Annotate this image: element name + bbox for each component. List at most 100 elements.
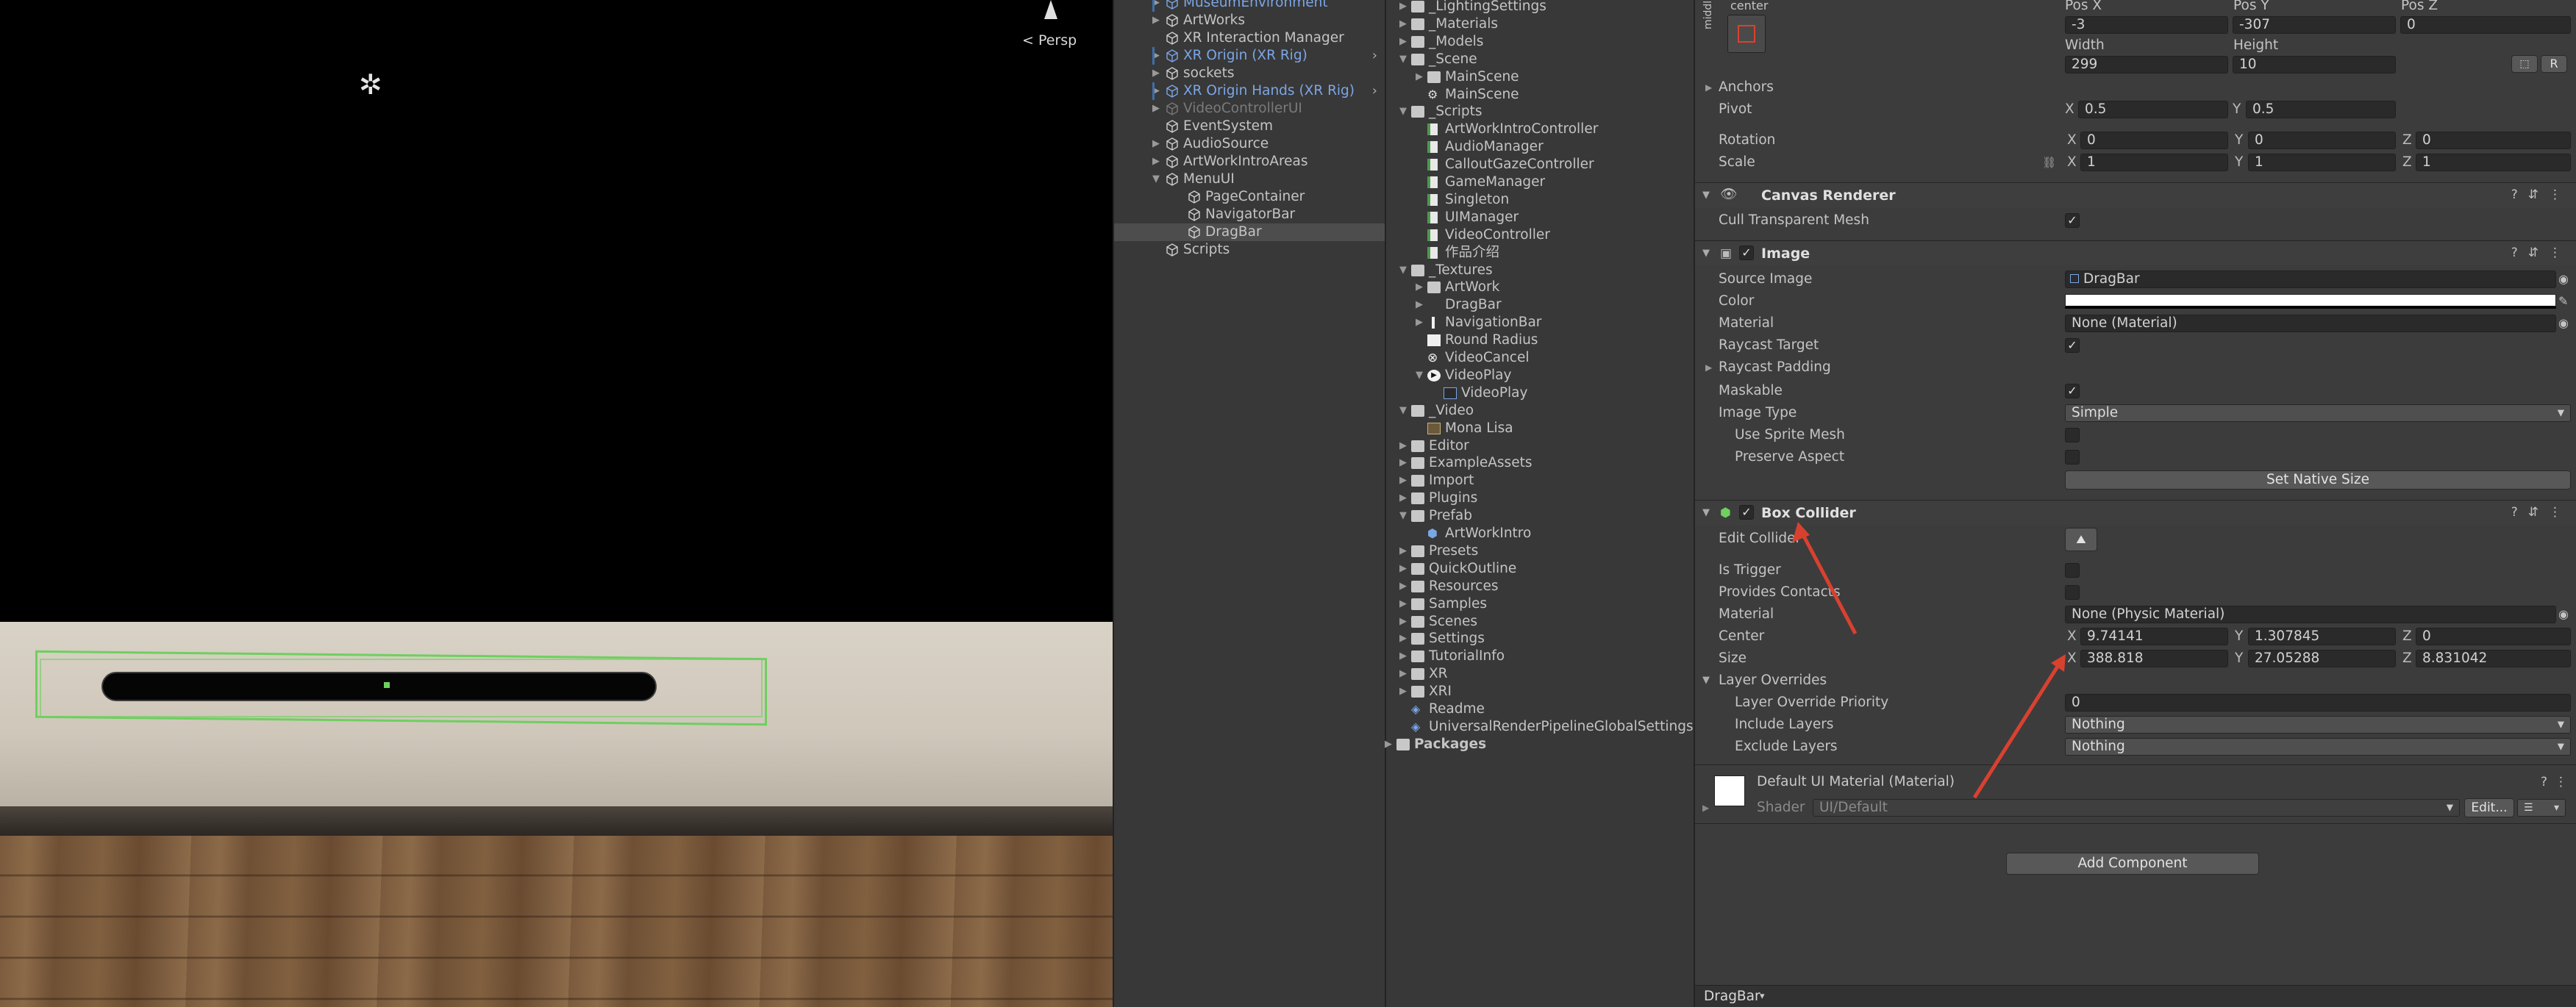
component-menu-icons[interactable]: ?⇵⋮ (2511, 505, 2572, 520)
footer-object-label[interactable]: DragBar (1704, 988, 1760, 1006)
expand-arrow-icon[interactable]: ▶ (1152, 65, 1161, 82)
expand-arrow-icon[interactable]: ▶ (1416, 68, 1424, 86)
project-item[interactable]: VideoPlay (1386, 384, 1695, 402)
expand-arrow-icon[interactable]: ▶ (1399, 542, 1408, 560)
preserve-aspect-checkbox[interactable] (2065, 450, 2080, 465)
chevron-right-icon[interactable]: › (1372, 47, 1377, 65)
hierarchy-item[interactable]: ▶ XR Origin Hands (XR Rig) › (1114, 82, 1386, 100)
expand-arrow-icon[interactable]: ▶ (1416, 279, 1424, 296)
foldout-arrow-icon[interactable]: ▼ (1702, 245, 1710, 262)
project-item[interactable]: ▼ _Scene (1386, 51, 1695, 68)
expand-arrow-icon[interactable]: ▶ (1399, 33, 1408, 51)
expand-arrow-icon[interactable]: ▼ (1399, 103, 1408, 121)
project-item[interactable]: ▶ Plugins (1386, 490, 1695, 507)
expand-arrow-icon[interactable]: ▶ (1399, 490, 1408, 507)
source-image-field[interactable]: DragBar (2065, 270, 2556, 288)
color-swatch[interactable] (2065, 294, 2556, 309)
expand-arrow-icon[interactable]: ▶ (1399, 560, 1408, 578)
expand-arrow-icon[interactable]: ▶ (1399, 648, 1408, 665)
raycast-target-checkbox[interactable]: ✓ (2065, 338, 2080, 353)
expand-arrow-icon[interactable]: ▶ (1399, 665, 1408, 683)
collider-material-field[interactable]: None (Physic Material) (2065, 606, 2556, 623)
hierarchy-item[interactable]: ▼ MenuUI (1114, 171, 1386, 188)
expand-arrow-icon[interactable]: ▶ (1399, 0, 1408, 15)
project-item[interactable]: CalloutGazeController (1386, 156, 1695, 173)
chevron-right-icon[interactable]: › (1372, 82, 1377, 100)
canvas-renderer-header[interactable]: ▼ 👁 Canvas Renderer ?⇵⋮ (1695, 182, 2576, 207)
project-item[interactable]: VideoController (1386, 226, 1695, 244)
light-gizmo-icon[interactable]: ✲ (359, 71, 382, 98)
material-field[interactable]: None (Material) (2065, 315, 2556, 332)
raycast-padding-foldout-icon[interactable]: ▶ (1705, 359, 1712, 376)
chevron-down-icon[interactable]: ▾ (1760, 988, 1765, 1006)
project-item[interactable]: ◈ Readme (1386, 700, 1695, 718)
project-item[interactable]: ◈ UniversalRenderPipelineGlobalSettings (1386, 718, 1695, 736)
project-item[interactable]: ▼ _Scripts (1386, 103, 1695, 121)
box-collider-header[interactable]: ▼ ⬢ ✓ Box Collider ?⇵⋮ (1695, 500, 2576, 525)
project-item[interactable]: ▶ DragBar (1386, 296, 1695, 314)
rotation-y-field[interactable]: 0 (2248, 132, 2396, 149)
hierarchy-item[interactable]: ▶ AudioSource (1114, 135, 1386, 153)
object-picker-icon[interactable]: ◉ (2558, 270, 2569, 288)
project-item[interactable]: ▶ ExampleAssets (1386, 454, 1695, 472)
expand-arrow-icon[interactable]: ▼ (1152, 171, 1161, 188)
perspective-toggle[interactable]: < Persp (1022, 32, 1077, 49)
expand-arrow-icon[interactable]: ▶ (1399, 15, 1408, 33)
eyedropper-icon[interactable]: ✎ (2558, 293, 2568, 310)
height-field[interactable]: 10 (2233, 56, 2396, 74)
hierarchy-item[interactable]: ▶ XR Origin (XR Rig) › (1114, 47, 1386, 65)
project-item[interactable]: ⬢ ArtWorkIntro (1386, 525, 1695, 542)
hierarchy-item[interactable]: Scripts (1114, 241, 1386, 259)
drag-bar-object[interactable] (101, 672, 657, 701)
project-item[interactable]: ▶ XRI (1386, 683, 1695, 700)
use-sprite-mesh-checkbox[interactable] (2065, 428, 2080, 442)
project-item[interactable]: ▶ QuickOutline (1386, 560, 1695, 578)
material-menu-icons[interactable]: ?⋮ (2541, 773, 2575, 791)
scale-z-field[interactable]: 1 (2416, 154, 2571, 171)
width-field[interactable]: 299 (2065, 56, 2228, 74)
expand-arrow-icon[interactable]: ▶ (1416, 314, 1424, 332)
scale-y-field[interactable]: 1 (2248, 154, 2396, 171)
expand-arrow-icon[interactable]: ▶ (1399, 437, 1408, 455)
cull-transparent-checkbox[interactable]: ✓ (2065, 213, 2080, 228)
expand-arrow-icon[interactable]: ▼ (1399, 262, 1408, 279)
center-x-field[interactable]: 9.74141 (2080, 628, 2228, 645)
expand-arrow-icon[interactable]: ▶ (1416, 296, 1424, 314)
anchors-foldout-icon[interactable]: ▶ (1705, 79, 1712, 96)
maskable-checkbox[interactable]: ✓ (2065, 384, 2080, 398)
project-item[interactable]: ▶ Editor (1386, 437, 1695, 455)
project-item[interactable]: ▶ Import (1386, 472, 1695, 490)
project-item[interactable]: ▶ Samples (1386, 595, 1695, 613)
object-picker-icon[interactable]: ◉ (2558, 606, 2569, 623)
posx-field[interactable]: -3 (2065, 16, 2228, 34)
set-native-size-button[interactable]: Set Native Size (2065, 470, 2571, 490)
hierarchy-item[interactable]: ▶ ArtWorks (1114, 12, 1386, 29)
project-item[interactable]: Mona Lisa (1386, 420, 1695, 437)
expand-arrow-icon[interactable]: ▼ (1416, 367, 1424, 384)
foldout-arrow-icon[interactable]: ▼ (1702, 504, 1710, 522)
expand-arrow-icon[interactable]: ▼ (1399, 402, 1408, 420)
scene-view[interactable]: < Persp ✲ (0, 0, 1113, 1007)
size-z-field[interactable]: 8.831042 (2416, 650, 2571, 667)
project-item[interactable]: ▶ TutorialInfo (1386, 648, 1695, 665)
include-layers-dropdown[interactable]: Nothing (2065, 716, 2571, 734)
exclude-layers-dropdown[interactable]: Nothing (2065, 738, 2571, 756)
size-x-field[interactable]: 388.818 (2080, 650, 2228, 667)
box-collider-enabled-checkbox[interactable]: ✓ (1739, 505, 1754, 520)
foldout-arrow-icon[interactable]: ▼ (1702, 187, 1710, 204)
raycast-padding-label[interactable]: Raycast Padding (1719, 359, 1831, 376)
hierarchy-item[interactable]: XR Interaction Manager (1114, 29, 1386, 47)
hierarchy-item[interactable]: ▶ VideoControllerUI (1114, 100, 1386, 118)
project-item[interactable]: AudioManager (1386, 138, 1695, 156)
expand-arrow-icon[interactable]: ▶ (1399, 683, 1408, 700)
layer-priority-field[interactable]: 0 (2065, 694, 2571, 712)
expand-arrow-icon[interactable]: ▶ (1399, 578, 1408, 595)
component-menu-icons[interactable]: ?⇵⋮ (2511, 246, 2572, 260)
project-item[interactable]: ArtWorkIntroController (1386, 121, 1695, 138)
expand-arrow-icon[interactable]: ▼ (1399, 507, 1408, 525)
hierarchy-item[interactable]: EventSystem (1114, 118, 1386, 135)
expand-arrow-icon[interactable]: ▶ (1399, 472, 1408, 490)
project-item[interactable]: Singleton (1386, 191, 1695, 209)
image-enabled-checkbox[interactable]: ✓ (1739, 246, 1754, 260)
scale-x-field[interactable]: 1 (2080, 154, 2228, 171)
